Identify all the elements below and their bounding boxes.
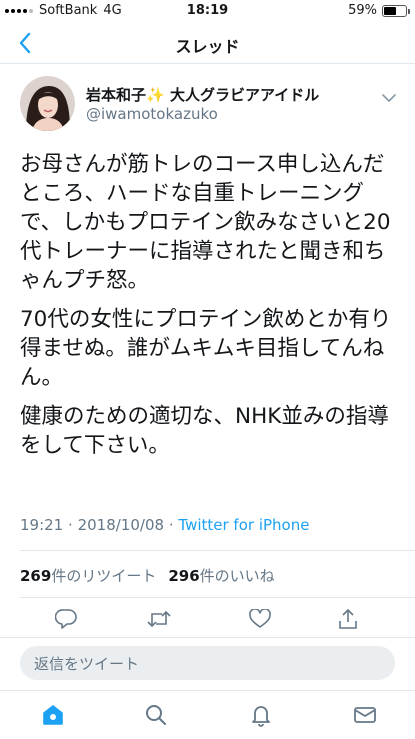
author-name-suffix: 大人グラビアアイドル [169, 86, 320, 104]
reply-icon [55, 609, 77, 629]
tweet-paragraph: お母さんが筋トレのコース申し込んだところ、ハードな自重トレーニングで、しかもプロ… [20, 152, 391, 293]
retweet-stat[interactable]: 269件のリツイート [20, 567, 156, 585]
like-icon [249, 609, 271, 628]
retweet-count: 269 [20, 567, 52, 585]
tweet-paragraph: 健康のための適切な、NHK並みの指導をして下さい。 [20, 404, 389, 458]
tab-search[interactable] [141, 701, 171, 729]
tweet-actions [0, 600, 415, 636]
search-icon [146, 705, 166, 725]
like-label: 件のいいね [199, 567, 275, 585]
like-stat[interactable]: 296件のいいね [168, 567, 274, 585]
battery-percent: 59% [348, 3, 377, 18]
retweet-icon [147, 610, 171, 628]
tweet-text: お母さんが筋トレのコース申し込んだところ、ハードな自重トレーニングで、しかもプロ… [20, 150, 400, 470]
tweet-timestamp: 19:21 · 2018/10/08 · Twitter for iPhone [20, 516, 309, 534]
sparkle-emoji: ✨ [146, 86, 165, 104]
author-block: 岩本和子✨ 大人グラビアアイドル @iwamotokazuko [86, 86, 319, 124]
nav-bar: スレッド [0, 22, 415, 64]
like-count: 296 [168, 567, 200, 585]
divider [20, 550, 415, 551]
tab-home[interactable] [38, 701, 68, 729]
avatar[interactable] [20, 76, 75, 131]
reply-placeholder: 返信をツイート [34, 654, 140, 673]
tweet-menu-button[interactable] [377, 88, 401, 108]
tab-bar [0, 690, 415, 739]
share-button[interactable] [334, 606, 362, 632]
reply-button[interactable] [52, 606, 80, 632]
retweet-button[interactable] [145, 606, 173, 632]
tweet-time: 19:21 [20, 516, 64, 534]
author-name[interactable]: 岩本和子✨ 大人グラビアアイドル [86, 86, 319, 104]
meta-separator: · [68, 516, 73, 534]
like-button[interactable] [246, 606, 274, 632]
page-title: スレッド [175, 37, 240, 56]
tweet-date: 2018/10/08 [77, 516, 165, 534]
tweet-stats: 269件のリツイート 296件のいいね [20, 565, 275, 586]
messages-icon [354, 707, 376, 723]
avatar-image [20, 76, 75, 131]
status-right: 59% [348, 3, 410, 18]
reply-input[interactable]: 返信をツイート [20, 646, 395, 680]
author-name-text: 岩本和子 [86, 86, 147, 104]
status-bar: SoftBank 4G 18:19 59% [0, 0, 415, 22]
tab-notifications[interactable] [246, 701, 276, 729]
battery-icon [382, 4, 410, 17]
share-icon [339, 608, 357, 629]
divider [0, 637, 415, 638]
battery-fill [384, 6, 397, 15]
notifications-icon [252, 706, 270, 727]
chevron-down-icon [382, 93, 396, 102]
meta-separator: · [168, 516, 174, 534]
tab-messages[interactable] [350, 701, 380, 729]
home-icon [43, 705, 63, 725]
divider [20, 597, 415, 598]
tweet-source-link[interactable]: Twitter for iPhone [178, 516, 309, 534]
retweet-label: 件のリツイート [51, 567, 157, 585]
tweet-paragraph: 70代の女性にプロテイン飲めとか有り得ませぬ。誰がムキムキ目指してんねん。 [20, 307, 392, 390]
author-handle[interactable]: @iwamotokazuko [86, 104, 319, 124]
